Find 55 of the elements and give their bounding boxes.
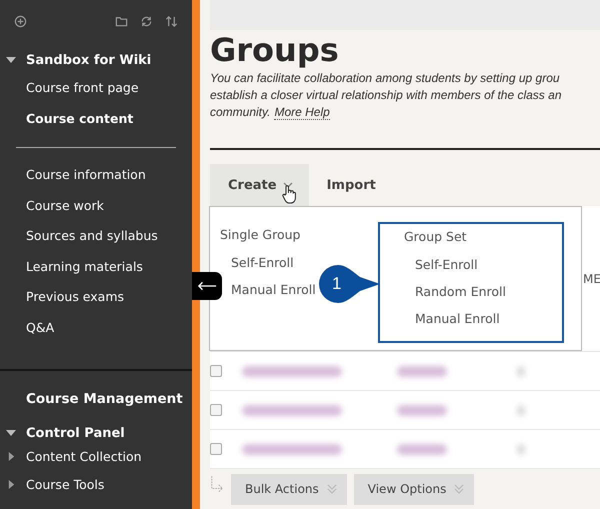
caret-icon (282, 181, 293, 189)
corner-arrow-icon (210, 474, 224, 494)
sidebar-item[interactable]: Sources and syllabus (0, 221, 192, 252)
callout-badge: 1 (318, 264, 380, 304)
row-checkbox[interactable] (210, 443, 222, 455)
menu-item[interactable]: Self-Enroll (415, 257, 478, 284)
help-link[interactable]: More Help (274, 105, 330, 120)
sidebar-item[interactable]: Course work (0, 190, 192, 221)
double-caret-icon (454, 484, 464, 494)
sidebar-item[interactable]: Course front page (0, 73, 192, 104)
section-title: Course Management (25, 391, 183, 407)
sidebar-item[interactable]: Course content (0, 104, 192, 134)
folder-icon[interactable] (115, 14, 128, 28)
blurred-text (397, 444, 447, 454)
sort-icon[interactable] (165, 14, 178, 28)
description-text: community. (210, 105, 270, 119)
collapse-triangle-icon[interactable] (6, 428, 16, 438)
menu-item[interactable]: Random Enroll (415, 284, 506, 311)
action-tab[interactable]: Create (210, 164, 309, 206)
sidebar-item[interactable]: Previous exams (0, 282, 192, 312)
expand-triangle-icon[interactable] (7, 480, 16, 490)
action-tab[interactable]: Import (308, 164, 392, 206)
blurred-text (517, 404, 525, 416)
blurred-text (397, 404, 447, 416)
blurred-text (397, 366, 447, 376)
column-header[interactable]: ME (583, 272, 600, 286)
menu-item[interactable]: Manual Enroll (231, 282, 316, 309)
collapse-triangle-icon[interactable] (6, 55, 16, 65)
menu-item[interactable]: Manual Enroll (415, 311, 500, 338)
sidebar-item[interactable]: Course information (0, 160, 192, 190)
expand-triangle-icon[interactable] (7, 452, 16, 461)
row-checkbox[interactable] (210, 365, 222, 377)
menu-heading: Group Set (404, 229, 467, 244)
hand-cursor-icon (282, 184, 296, 204)
control-panel-title[interactable]: Control Panel (26, 426, 125, 440)
left-arrow-icon (197, 281, 217, 291)
sidebar-item[interactable]: Content Collection (26, 448, 142, 464)
dropdown-button[interactable]: View Options (354, 474, 474, 504)
menu-heading: Single Group (220, 227, 300, 242)
double-caret-icon (326, 484, 337, 494)
sidebar-item[interactable]: Q&A (0, 312, 192, 343)
blurred-text (517, 444, 525, 454)
refresh-icon[interactable] (140, 14, 153, 28)
blurred-text (517, 366, 525, 376)
page-title: Groups (210, 32, 340, 68)
sidebar-item[interactable]: Course Tools (26, 477, 104, 492)
add-icon[interactable] (14, 14, 27, 28)
dropdown-button[interactable]: Bulk Actions (231, 474, 347, 504)
description-text: establish a closer virtual relationship with members of the class an (210, 88, 562, 102)
menu-item[interactable]: Self-Enroll (231, 255, 294, 282)
back-arrow-button[interactable] (192, 272, 222, 300)
sidebar-item[interactable]: Learning materials (0, 252, 192, 282)
description-text: You can facilitate collaboration among students by setting up grou (210, 71, 560, 85)
course-title[interactable]: Sandbox for Wiki (26, 52, 152, 68)
row-checkbox[interactable] (210, 404, 222, 416)
